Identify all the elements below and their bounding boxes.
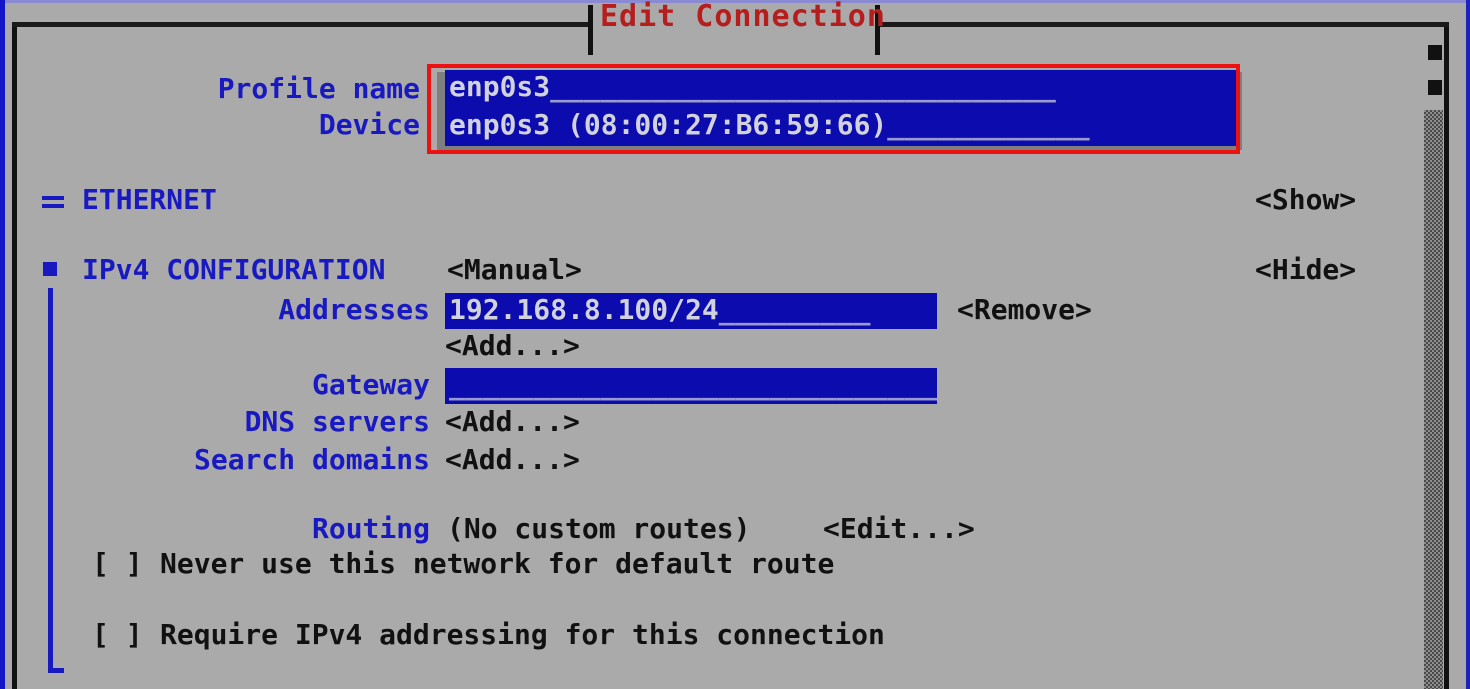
- window-title: Edit Connection: [600, 0, 886, 34]
- ethernet-show-button[interactable]: <Show>: [1255, 183, 1356, 217]
- search-domains-add-button[interactable]: <Add...>: [445, 443, 580, 477]
- routing-edit-button[interactable]: <Edit...>: [823, 512, 975, 546]
- search-domains-label: Search domains: [193, 443, 430, 476]
- profile-name-input[interactable]: enp0s3______________________________: [445, 70, 1237, 108]
- device-fill: ____________: [887, 108, 1090, 141]
- profile-name-label: Profile name: [217, 72, 420, 105]
- profile-name-fill: ______________________________: [550, 70, 1056, 103]
- address-input[interactable]: 192.168.8.100/24_________: [445, 293, 937, 329]
- address-value: 192.168.8.100/24: [449, 293, 719, 326]
- gateway-input[interactable]: ______________________________: [445, 368, 937, 404]
- ipv4-tree-guide: [48, 288, 53, 673]
- profile-name-value: enp0s3: [449, 70, 551, 103]
- viewport-left-edge: [0, 0, 5, 689]
- scrollbar-thumb[interactable]: [1428, 80, 1442, 95]
- never-default-route-label: Never use this network for default route: [160, 547, 835, 580]
- ipv4-tree-guide-foot: [48, 668, 64, 673]
- dns-servers-add-button[interactable]: <Add...>: [445, 405, 580, 439]
- window-frame-right: [1444, 22, 1449, 689]
- ipv4-expanded-marker: [43, 262, 57, 276]
- window-frame-top-right: [880, 22, 1449, 27]
- ethernet-section-label: ETHERNET: [82, 183, 217, 216]
- never-default-route-checkbox[interactable]: [ ]: [92, 547, 143, 581]
- window-frame-top-left: [12, 22, 592, 27]
- ipv4-hide-button[interactable]: <Hide>: [1255, 253, 1356, 287]
- title-divider-left: [588, 5, 593, 55]
- routing-status: (No custom routes): [447, 512, 751, 545]
- scrollbar-up-marker[interactable]: [1428, 45, 1442, 60]
- ipv4-section-label: IPv4 CONFIGURATION: [82, 253, 386, 286]
- address-fill: _________: [718, 293, 871, 326]
- routing-label: Routing: [311, 512, 430, 545]
- nmtui-edit-connection-screen: Edit Connection Profile name Device enp0…: [0, 0, 1470, 689]
- addresses-label: Addresses: [278, 293, 430, 326]
- address-remove-button[interactable]: <Remove>: [957, 293, 1092, 327]
- gateway-label: Gateway: [311, 368, 430, 401]
- device-input[interactable]: enp0s3 (08:00:27:B6:59:66)____________: [445, 108, 1237, 146]
- dns-servers-label: DNS servers: [244, 405, 430, 438]
- device-label: Device: [318, 108, 420, 141]
- ethernet-collapsed-marker-bottom: [42, 204, 64, 208]
- ipv4-method-selector[interactable]: <Manual>: [447, 253, 582, 287]
- device-value: enp0s3 (08:00:27:B6:59:66): [449, 108, 888, 141]
- window-frame-left: [12, 22, 17, 689]
- require-ipv4-label: Require IPv4 addressing for this connect…: [160, 618, 885, 651]
- ethernet-collapsed-marker-top: [42, 196, 64, 200]
- gateway-fill: ______________________________: [449, 368, 937, 401]
- require-ipv4-checkbox[interactable]: [ ]: [92, 618, 143, 652]
- viewport-right-edge: [1466, 0, 1470, 689]
- vertical-scrollbar-track[interactable]: [1424, 110, 1443, 689]
- address-add-button[interactable]: <Add...>: [445, 329, 580, 363]
